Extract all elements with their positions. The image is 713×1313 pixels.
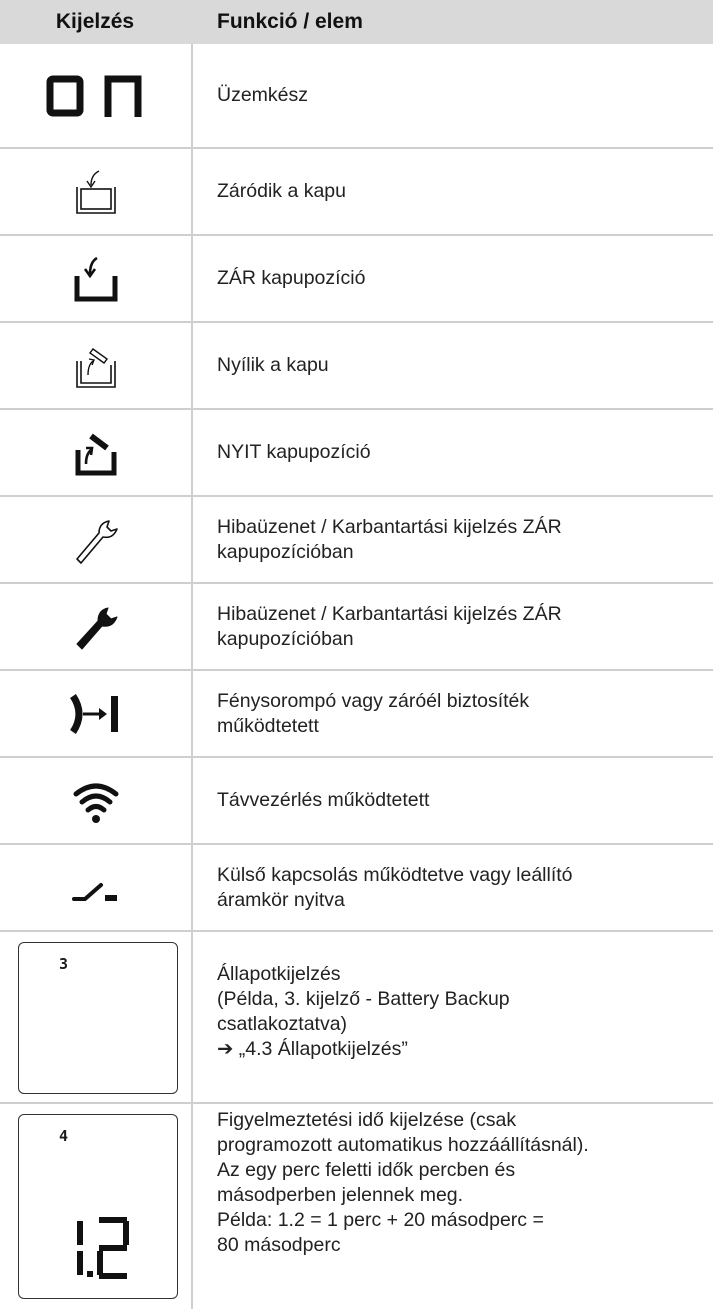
- header-display: Kijelzés: [55, 10, 135, 33]
- warning-time-display-icon: 4: [18, 1114, 178, 1299]
- row-text: NYIT kapupozíció: [217, 441, 371, 463]
- gate-closing-icon: [75, 169, 116, 214]
- lcd-digit: 4: [59, 1127, 69, 1145]
- wrench-outline-icon: [75, 519, 118, 564]
- gate-opening-icon: [75, 347, 116, 388]
- wifi-icon: [73, 783, 118, 823]
- table-row: Külső kapcsolás működtetve vagy leállító…: [0, 845, 713, 932]
- row-text: Üzemkész: [217, 84, 309, 106]
- row-text: Külső kapcsolás működtetve vagy leállító…: [217, 863, 573, 911]
- row-text: Figyelmeztetési idő kijelzése (csak prog…: [217, 1109, 589, 1256]
- table-row: Záródik a kapu: [0, 149, 713, 236]
- status-display-icon: 3: [18, 942, 178, 1094]
- table-row: Fénysorompó vagy záróél biztosíték működ…: [0, 671, 713, 758]
- wrench-filled-icon: [76, 607, 117, 649]
- table-header: Kijelzés Funkció / elem: [0, 0, 713, 44]
- seven-segment-value: [77, 1217, 129, 1279]
- gate-closed-position-icon: [74, 256, 117, 301]
- row-text: ZÁR kapupozíció: [217, 267, 366, 289]
- table-row: ZÁR kapupozíció: [0, 236, 713, 323]
- lcd-digit: 3: [59, 955, 69, 973]
- row-text: Távvezérlés működtetett: [217, 789, 430, 811]
- table-row: 4 Figyelmeztetési idő kijelzése (csak pr…: [0, 1104, 713, 1309]
- table-row: Távvezérlés működtetett: [0, 758, 713, 845]
- row-text: Hibaüzenet / Karbantartási kijelzés ZÁR …: [217, 602, 562, 650]
- switch-icon: [71, 882, 117, 901]
- table-row: Hibaüzenet / Karbantartási kijelzés ZÁR …: [0, 584, 713, 671]
- gate-open-position-icon: [75, 433, 116, 475]
- table-row: Üzemkész: [0, 44, 713, 149]
- light-barrier-icon: [69, 693, 118, 734]
- table-row: 3 Állapotkijelzés (Példa, 3. kijelző - B…: [0, 932, 713, 1104]
- row-text: Záródik a kapu: [217, 180, 346, 202]
- table-row: NYIT kapupozíció: [0, 410, 713, 497]
- table-row: Nyílik a kapu: [0, 323, 713, 410]
- row-text: Állapotkijelzés (Példa, 3. kijelző - Bat…: [217, 963, 510, 1060]
- row-text: Hibaüzenet / Karbantartási kijelzés ZÁR …: [217, 515, 562, 563]
- header-function: Funkció / elem: [217, 10, 363, 33]
- on-display-icon: [46, 75, 141, 117]
- row-text: Nyílik a kapu: [217, 354, 329, 376]
- row-text: Fénysorompó vagy záróél biztosíték működ…: [217, 689, 530, 737]
- table-row: Hibaüzenet / Karbantartási kijelzés ZÁR …: [0, 497, 713, 584]
